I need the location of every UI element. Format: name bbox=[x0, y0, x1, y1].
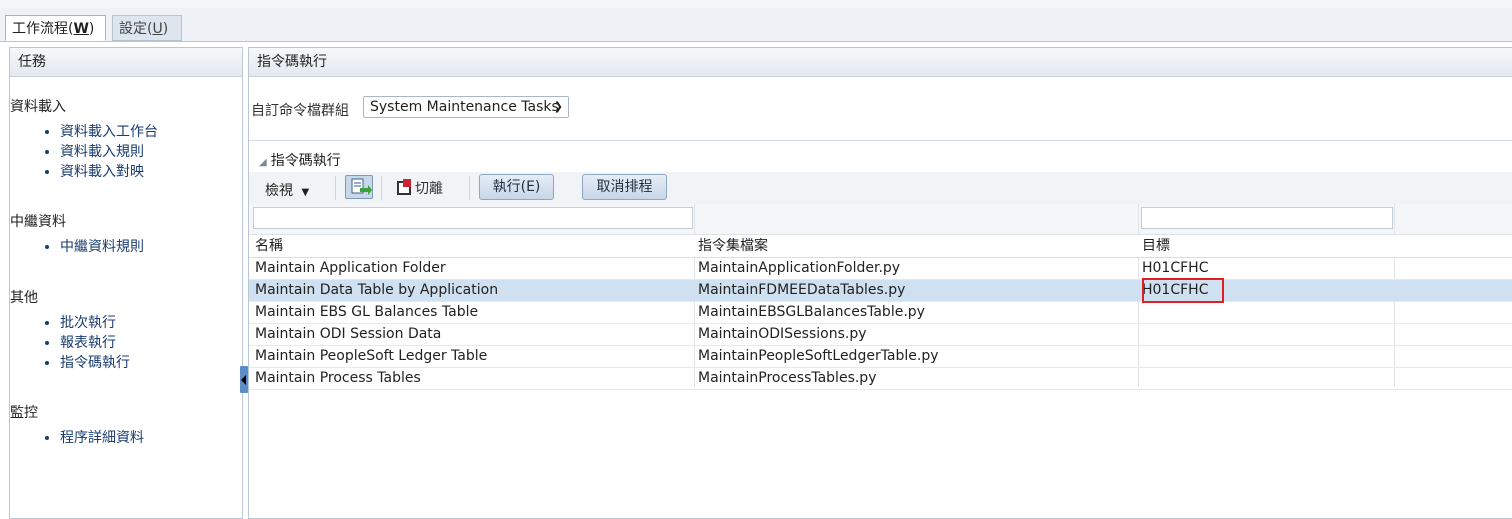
name-filter-input[interactable] bbox=[253, 207, 693, 229]
table-row-selected[interactable]: Maintain Data Table by Application Maint… bbox=[249, 278, 1512, 303]
chevron-down-icon: ❯ bbox=[553, 100, 563, 113]
table-row[interactable]: Maintain EBS GL Balances Table MaintainE… bbox=[249, 302, 1512, 324]
cell-script-file: MaintainPeopleSoftLedgerTable.py bbox=[698, 348, 939, 364]
section-metadata: 中繼資料 中繼資料規則 bbox=[10, 211, 144, 257]
script-group-label: 自訂命令檔群組 bbox=[251, 103, 349, 119]
script-group-select[interactable]: System Maintenance Tasks ❯ bbox=[363, 96, 569, 118]
cell-script-file: MaintainProcessTables.py bbox=[698, 370, 877, 386]
table-filter-row bbox=[249, 204, 1512, 235]
cell-target: H01CFHC bbox=[1142, 260, 1209, 276]
script-group-filter: 自訂命令檔群組 System Maintenance Tasks ❯ bbox=[249, 76, 1512, 141]
column-header-name[interactable]: 名稱 bbox=[255, 235, 283, 257]
tab-settings-suffix: ) bbox=[162, 21, 169, 37]
highlight-box bbox=[1142, 278, 1224, 303]
section-other: 其他 批次執行 報表執行 指令碼執行 bbox=[10, 287, 130, 373]
toolbar-separator bbox=[381, 176, 382, 200]
cell-name: Maintain Application Folder bbox=[255, 260, 446, 276]
main-tabbar: 工作流程(W) 設定(U) bbox=[0, 8, 1512, 42]
collapse-panel-handle[interactable] bbox=[240, 366, 248, 393]
tab-settings[interactable]: 設定(U) bbox=[112, 15, 182, 41]
run-button[interactable]: 執行(E) bbox=[479, 174, 554, 200]
task-link-data-load-rule[interactable]: 資料載入規則 bbox=[60, 142, 158, 162]
cell-name: Maintain ODI Session Data bbox=[255, 326, 442, 342]
task-link-metadata-rule[interactable]: 中繼資料規則 bbox=[60, 237, 144, 257]
tab-workflow-label: 工作流程( bbox=[12, 21, 74, 37]
target-filter-input[interactable] bbox=[1141, 207, 1393, 229]
table-row[interactable]: Maintain ODI Session Data MaintainODISes… bbox=[249, 324, 1512, 346]
task-link-report-execution[interactable]: 報表執行 bbox=[60, 333, 130, 353]
script-execution-panel: 指令碼執行 自訂命令檔群組 System Maintenance Tasks ❯… bbox=[248, 47, 1512, 519]
task-link-script-execution[interactable]: 指令碼執行 bbox=[60, 353, 130, 373]
script-group-value: System Maintenance Tasks bbox=[370, 99, 559, 115]
top-strip bbox=[0, 0, 1512, 8]
cell-script-file: MaintainEBSGLBalancesTable.py bbox=[698, 304, 925, 320]
cell-name: Maintain EBS GL Balances Table bbox=[255, 304, 479, 320]
detach-button[interactable]: 切離 bbox=[397, 178, 443, 198]
tab-workflow[interactable]: 工作流程(W) bbox=[5, 15, 106, 41]
toolbar-separator bbox=[469, 176, 470, 200]
view-menu-label: 檢視 bbox=[265, 183, 293, 199]
cancel-schedule-button[interactable]: 取消排程 bbox=[582, 174, 667, 200]
section-heading: 監控 bbox=[10, 405, 38, 421]
toolbar-separator bbox=[335, 176, 336, 200]
task-link-process-details[interactable]: 程序詳細資料 bbox=[60, 428, 144, 448]
cell-script-file: MaintainFDMEEDataTables.py bbox=[698, 282, 906, 298]
cell-script-file: MaintainApplicationFolder.py bbox=[698, 260, 901, 276]
section-heading: 資料載入 bbox=[10, 99, 66, 115]
detach-icon bbox=[397, 179, 411, 195]
edit-script-icon-button[interactable] bbox=[345, 175, 373, 199]
collapse-triangle-icon: ◢ bbox=[259, 157, 267, 168]
column-header-target[interactable]: 目標 bbox=[1142, 235, 1170, 257]
cell-name: Maintain PeopleSoft Ledger Table bbox=[255, 348, 488, 364]
edit-script-icon bbox=[351, 178, 372, 195]
cell-name: Maintain Data Table by Application bbox=[255, 282, 499, 298]
script-execution-title: 指令碼執行 bbox=[249, 48, 1512, 77]
table-row[interactable]: Maintain Process Tables MaintainProcessT… bbox=[249, 368, 1512, 390]
tab-settings-label: 設定( bbox=[119, 21, 153, 37]
section-data-load: 資料載入 資料載入工作台 資料載入規則 資料載入對映 bbox=[10, 96, 158, 182]
column-header-script-file[interactable]: 指令集檔案 bbox=[698, 235, 768, 257]
grid-section-title[interactable]: ◢ 指令碼執行 bbox=[259, 150, 341, 170]
section-heading: 其他 bbox=[10, 290, 38, 306]
caret-down-icon: ▼ bbox=[301, 187, 310, 198]
table-row[interactable]: Maintain Application Folder MaintainAppl… bbox=[249, 258, 1512, 280]
tab-workflow-suffix: ) bbox=[88, 21, 95, 37]
table-header-row: 名稱 指令集檔案 目標 bbox=[249, 235, 1512, 258]
tasks-panel: 任務 資料載入 資料載入工作台 資料載入規則 資料載入對映 中繼資料 中繼資料規… bbox=[9, 47, 243, 519]
detach-label: 切離 bbox=[415, 181, 443, 197]
task-link-data-load-workbench[interactable]: 資料載入工作台 bbox=[60, 122, 158, 142]
tasks-panel-title: 任務 bbox=[10, 48, 242, 77]
tab-settings-hotkey: U bbox=[152, 21, 163, 37]
view-menu[interactable]: 檢視 ▼ bbox=[265, 180, 309, 200]
grid-toolbar: 檢視 ▼ 切離 執行(E) 取消排程 bbox=[249, 172, 1512, 204]
table-row[interactable]: Maintain PeopleSoft Ledger Table Maintai… bbox=[249, 346, 1512, 368]
section-heading: 中繼資料 bbox=[10, 214, 66, 230]
tab-workflow-hotkey: W bbox=[73, 21, 89, 37]
cell-name: Maintain Process Tables bbox=[255, 370, 421, 386]
task-link-batch-execution[interactable]: 批次執行 bbox=[60, 313, 130, 333]
grid-section-label: 指令碼執行 bbox=[270, 153, 341, 169]
task-link-data-load-mapping[interactable]: 資料載入對映 bbox=[60, 162, 158, 182]
cell-script-file: MaintainODISessions.py bbox=[698, 326, 867, 342]
section-monitor: 監控 程序詳細資料 bbox=[10, 402, 144, 448]
